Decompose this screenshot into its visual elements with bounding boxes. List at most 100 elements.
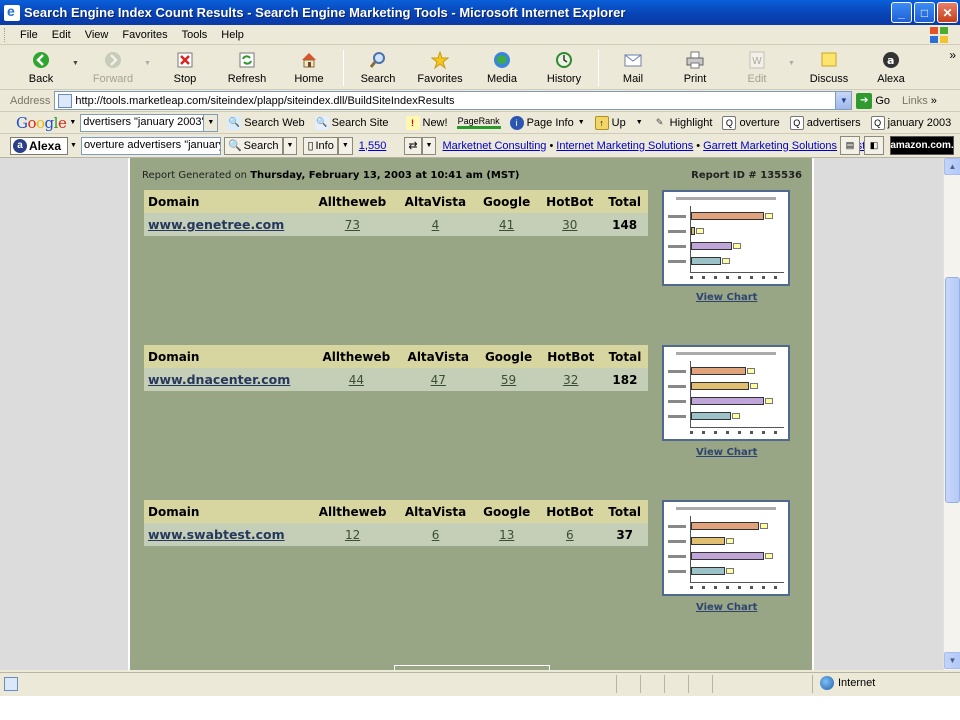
- alexa-dropdown-icon[interactable]: ▼: [70, 142, 77, 149]
- minimize-button[interactable]: _: [891, 2, 912, 23]
- view-chart-link[interactable]: View Chart: [696, 447, 757, 458]
- link-separator-dot: •: [696, 139, 701, 152]
- chart-thumbnail-category-label: [668, 540, 686, 543]
- alexa-button[interactable]: a Alexa: [860, 46, 922, 88]
- term-button-january-2003[interactable]: Qjanuary 2003: [870, 115, 951, 130]
- chart-thumbnail-value-label: [765, 553, 773, 559]
- maximize-button[interactable]: □: [914, 2, 935, 23]
- alexa-related-button[interactable]: ⇄: [404, 136, 422, 155]
- alexa-tool-1-icon[interactable]: ▤: [840, 136, 860, 155]
- home-button[interactable]: Home: [278, 46, 340, 88]
- alexa-related-dropdown[interactable]: ▼: [421, 136, 437, 155]
- alltheweb-count-link[interactable]: 73: [345, 218, 360, 232]
- edit-dropdown-icon[interactable]: ▼: [788, 60, 798, 67]
- domain-link[interactable]: www.genetree.com: [148, 217, 284, 232]
- alexa-info-dropdown[interactable]: ▼: [337, 136, 353, 155]
- menu-help[interactable]: Help: [214, 29, 251, 41]
- result-table: Domain Alltheweb AltaVista Google HotBot…: [144, 345, 648, 391]
- hotbot-count-link[interactable]: 30: [562, 218, 577, 232]
- search-web-button[interactable]: 🔍 Search Web: [227, 115, 305, 130]
- alltheweb-count-link[interactable]: 44: [349, 373, 364, 387]
- menu-view[interactable]: View: [78, 29, 116, 41]
- google-count-link[interactable]: 13: [499, 528, 514, 542]
- menu-favorites[interactable]: Favorites: [115, 29, 174, 41]
- chart-thumbnail[interactable]: [662, 190, 790, 286]
- chart-thumbnail[interactable]: [662, 345, 790, 441]
- menu-file[interactable]: File: [13, 29, 45, 41]
- alltheweb-count-link[interactable]: 12: [345, 528, 360, 542]
- pagerank-indicator[interactable]: PageRank: [456, 116, 501, 129]
- alexa-traffic-count[interactable]: 1,550: [359, 140, 387, 152]
- address-dropdown-icon[interactable]: ▼: [835, 92, 852, 109]
- svg-text:a: a: [887, 54, 894, 67]
- new-button[interactable]: ! New!: [405, 115, 448, 130]
- related-link-2[interactable]: Internet Marketing Solutions: [556, 140, 693, 152]
- related-link-3[interactable]: Garrett Marketing Solutions: [703, 140, 837, 152]
- table-row: www.swabtest.com 12 6 13 6 37: [144, 523, 648, 546]
- menu-tools[interactable]: Tools: [175, 29, 215, 41]
- menu-edit[interactable]: Edit: [45, 29, 78, 41]
- forward-dropdown-icon[interactable]: ▼: [144, 60, 154, 67]
- print-button[interactable]: Print: [664, 46, 726, 88]
- close-button[interactable]: ✕: [937, 2, 958, 23]
- refresh-button[interactable]: Refresh: [216, 46, 278, 88]
- address-url[interactable]: http://tools.marketleap.com/siteindex/pl…: [75, 95, 454, 107]
- history-button[interactable]: History: [533, 46, 595, 88]
- altavista-count-link[interactable]: 6: [432, 528, 440, 542]
- edit-button[interactable]: W Edit: [726, 46, 788, 88]
- go-button[interactable]: ➔ Go: [856, 92, 890, 109]
- google-count-link[interactable]: 41: [499, 218, 514, 232]
- alexa-info-button[interactable]: ▯ Info: [303, 136, 338, 155]
- alexa-search-button[interactable]: 🔍 Search: [223, 136, 283, 155]
- report-header: Report Generated on Thursday, February 1…: [142, 170, 802, 181]
- chart-thumbnail[interactable]: [662, 500, 790, 596]
- search-site-button[interactable]: 🔍 Search Site: [314, 115, 389, 130]
- chart-thumbnail-value-label: [765, 213, 773, 219]
- alexa-search-dropdown[interactable]: ▼: [282, 136, 298, 155]
- toolbar-overflow-icon[interactable]: »: [949, 48, 956, 62]
- altavista-count-link[interactable]: 47: [431, 373, 446, 387]
- domain-link[interactable]: www.swabtest.com: [148, 527, 285, 542]
- google-search-dropdown-icon[interactable]: ▼: [203, 114, 218, 131]
- highlight-button[interactable]: ✎ Highlight: [653, 116, 713, 130]
- domain-link[interactable]: www.dnacenter.com: [148, 372, 290, 387]
- links-button[interactable]: Links: [902, 95, 928, 107]
- links-overflow-icon[interactable]: »: [931, 95, 937, 107]
- vertical-scrollbar[interactable]: ▲ ▼: [943, 158, 960, 670]
- search-button[interactable]: Search: [347, 46, 409, 88]
- chart-thumbnail-value-label: [765, 398, 773, 404]
- discuss-button[interactable]: Discuss: [798, 46, 860, 88]
- media-button[interactable]: Media: [471, 46, 533, 88]
- mail-button[interactable]: Mail: [602, 46, 664, 88]
- alexa-logo[interactable]: a Alexa: [10, 136, 68, 155]
- google-cell: 13: [475, 523, 539, 546]
- up-dropdown-icon: ▼: [635, 119, 643, 126]
- altavista-count-link[interactable]: 4: [432, 218, 440, 232]
- google-logo[interactable]: Google: [16, 114, 67, 132]
- favorites-button[interactable]: Favorites: [409, 46, 471, 88]
- hotbot-count-link[interactable]: 6: [566, 528, 574, 542]
- forward-button[interactable]: Forward: [82, 46, 144, 88]
- stop-button[interactable]: Stop: [154, 46, 216, 88]
- back-dropdown-icon[interactable]: ▼: [72, 60, 82, 67]
- page-info-button[interactable]: i Page Info ▼: [509, 115, 585, 130]
- view-chart-link[interactable]: View Chart: [696, 292, 757, 303]
- table-header-row: Domain Alltheweb AltaVista Google HotBot…: [144, 345, 648, 368]
- google-count-link[interactable]: 59: [501, 373, 516, 387]
- alexa-search-input[interactable]: overture advertisers "january 2003": [80, 136, 221, 155]
- view-chart-link[interactable]: View Chart: [696, 602, 757, 613]
- address-input[interactable]: http://tools.marketleap.com/siteindex/pl…: [54, 91, 853, 110]
- back-button[interactable]: Back: [10, 46, 72, 88]
- google-search-input[interactable]: dvertisers "january 2003" ▼: [80, 113, 219, 132]
- alexa-tool-2-icon[interactable]: ◧: [864, 136, 884, 155]
- term-button-advertisers[interactable]: Qadvertisers: [789, 115, 861, 130]
- google-menu-dropdown-icon[interactable]: ▼: [69, 119, 76, 126]
- related-link-1[interactable]: Marketnet Consulting: [442, 140, 546, 152]
- scroll-thumb[interactable]: [945, 277, 960, 503]
- term-button-overture[interactable]: Qoverture: [722, 115, 780, 130]
- scroll-up-icon[interactable]: ▲: [944, 158, 960, 175]
- up-button[interactable]: ↑ Up ▼: [594, 115, 643, 130]
- scroll-down-icon[interactable]: ▼: [944, 652, 960, 669]
- hotbot-count-link[interactable]: 32: [563, 373, 578, 387]
- amazon-button[interactable]: amazon.com.: [890, 136, 954, 155]
